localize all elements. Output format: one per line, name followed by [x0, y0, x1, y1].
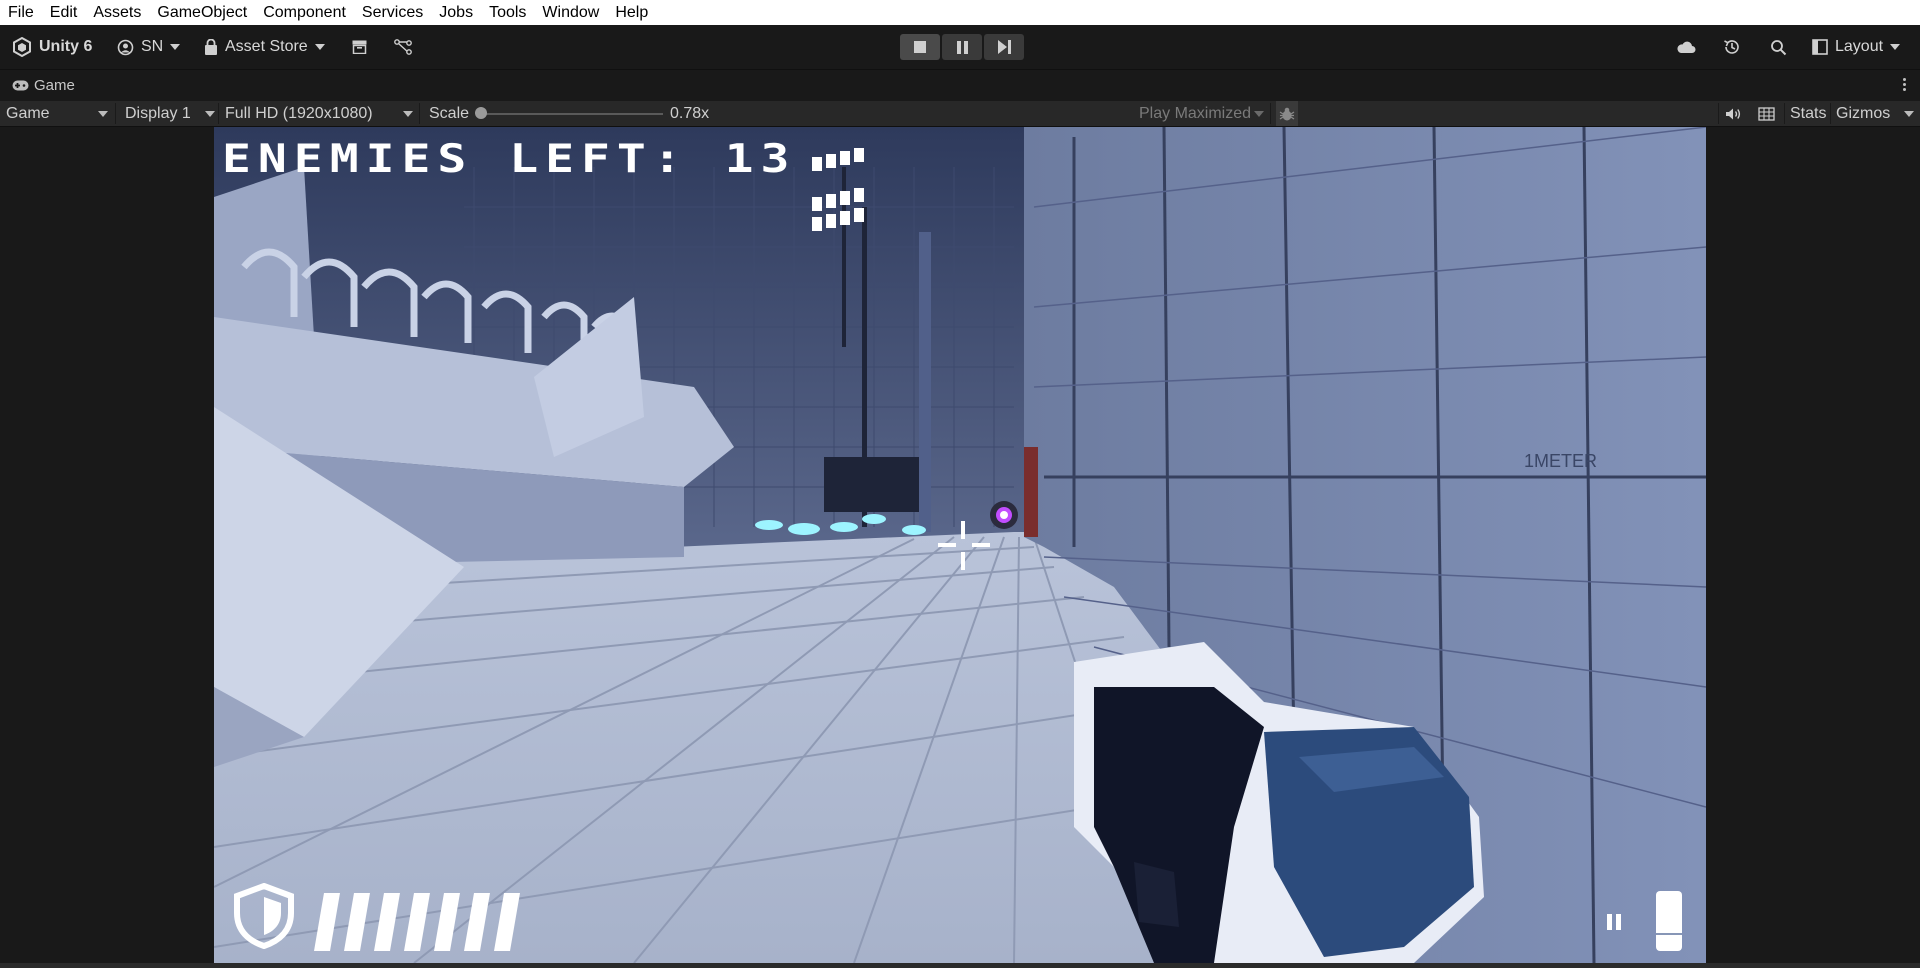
- layout-icon: [1812, 39, 1828, 55]
- window-bottom-edge: [0, 963, 1920, 968]
- play-maximized-label: Play Maximized: [1139, 104, 1252, 122]
- unity-product[interactable]: Unity 6: [12, 25, 92, 69]
- scale-value: 0.78x: [670, 104, 710, 122]
- audio-toggle[interactable]: [1725, 101, 1742, 126]
- chevron-down-icon: [1254, 111, 1264, 117]
- display-dropdown[interactable]: Display 1: [125, 101, 215, 126]
- pause-button[interactable]: [942, 34, 982, 60]
- product-name: Unity 6: [39, 38, 93, 55]
- armor-bar: [464, 893, 490, 951]
- game-viewport[interactable]: 1METER: [214, 127, 1706, 963]
- chevron-down-icon: [403, 111, 413, 117]
- menu-component[interactable]: Component: [255, 0, 354, 25]
- gizmos-label: Gizmos: [1836, 104, 1891, 122]
- tab-game-label: Game: [34, 77, 75, 94]
- stop-icon: [914, 41, 926, 53]
- version-control-button[interactable]: [394, 25, 412, 69]
- menu-assets[interactable]: Assets: [85, 0, 149, 25]
- layout-label: Layout: [1835, 38, 1884, 55]
- pause-icon: [956, 40, 968, 54]
- stats-button[interactable]: Stats: [1790, 101, 1826, 126]
- cloud-button[interactable]: [1676, 25, 1696, 69]
- package-icon: [352, 40, 367, 54]
- game-scene: 1METER: [214, 127, 1706, 963]
- divider: [218, 103, 219, 124]
- resolution-label: Full HD (1920x1080): [225, 104, 373, 122]
- shield-icon: [234, 883, 294, 949]
- menu-services[interactable]: Services: [354, 0, 431, 25]
- scale-slider-handle[interactable]: [475, 107, 487, 119]
- account-dropdown[interactable]: SN: [117, 25, 181, 69]
- main-toolbar: Unity 6 SN Asset Store Layout: [0, 25, 1920, 69]
- layout-dropdown[interactable]: Layout: [1812, 25, 1901, 69]
- menu-jobs[interactable]: Jobs: [431, 0, 481, 25]
- menu-bar: File Edit Assets GameObject Component Se…: [0, 0, 1920, 25]
- chevron-down-icon: [1904, 111, 1914, 117]
- armor-bar: [434, 893, 460, 951]
- menu-file[interactable]: File: [0, 0, 42, 25]
- chevron-down-icon: [314, 44, 325, 50]
- scale-label: Scale: [429, 104, 470, 122]
- armor-bar: [404, 893, 430, 951]
- history-button[interactable]: [1723, 25, 1741, 69]
- asset-store-label: Asset Store: [225, 38, 308, 55]
- divider: [1270, 103, 1271, 124]
- account-icon: [117, 39, 134, 55]
- mode-label: Game: [6, 104, 50, 122]
- search-icon: [1771, 39, 1787, 55]
- chevron-down-icon: [170, 44, 181, 50]
- account-label: SN: [141, 38, 164, 55]
- chevron-down-icon: [1890, 44, 1901, 50]
- tab-game[interactable]: Game: [12, 77, 75, 94]
- chevron-down-icon: [205, 111, 215, 117]
- menu-gameobject[interactable]: GameObject: [149, 0, 255, 25]
- resolution-dropdown[interactable]: Full HD (1920x1080): [225, 101, 415, 126]
- armor-bar: [344, 893, 370, 951]
- divider: [1718, 103, 1719, 124]
- enemies-left-counter: ENEMIES LEFT: 13: [222, 136, 797, 182]
- armor-bar: [494, 893, 520, 951]
- menu-edit[interactable]: Edit: [42, 0, 86, 25]
- bug-toggle[interactable]: [1276, 101, 1298, 126]
- audio-icon: [1726, 108, 1741, 119]
- gizmos-dropdown[interactable]: Gizmos: [1836, 101, 1916, 126]
- asset-store-icon: [205, 38, 217, 55]
- play-maximized-dropdown[interactable]: Play Maximized: [1139, 101, 1264, 126]
- mode-dropdown[interactable]: Game: [6, 101, 110, 126]
- bug-icon: [1279, 107, 1295, 120]
- divider: [1784, 103, 1785, 124]
- divider: [419, 103, 420, 124]
- more-options-icon[interactable]: [1903, 78, 1906, 91]
- armor-bar: [314, 893, 340, 951]
- armor-bar-meter: [314, 893, 520, 951]
- ammo-icon: [1656, 891, 1682, 951]
- game-tab-bar: Game: [0, 69, 1920, 102]
- asset-store-dropdown[interactable]: Asset Store: [204, 25, 325, 69]
- stop-button[interactable]: [900, 34, 940, 60]
- chevron-down-icon: [98, 111, 108, 117]
- cloud-icon: [1677, 41, 1696, 53]
- version-control-icon: [394, 39, 412, 55]
- step-icon: [997, 40, 1011, 54]
- step-button[interactable]: [984, 34, 1024, 60]
- scale-slider-track[interactable]: [480, 113, 663, 115]
- divider: [1830, 103, 1831, 124]
- grid-icon: [1758, 106, 1775, 121]
- gamepad-icon: [12, 80, 29, 91]
- history-icon: [1724, 40, 1739, 54]
- armor-bar: [374, 893, 400, 951]
- play-controls: [900, 34, 1024, 60]
- svg-text:1METER: 1METER: [1524, 451, 1597, 471]
- pause-hud-icon: [1607, 914, 1621, 930]
- search-button[interactable]: [1770, 25, 1787, 69]
- game-view-controls: Game Display 1 Full HD (1920x1080) Scale…: [0, 101, 1920, 127]
- grid-toggle[interactable]: [1758, 101, 1775, 126]
- menu-tools[interactable]: Tools: [481, 0, 534, 25]
- display-label: Display 1: [125, 104, 191, 122]
- package-button[interactable]: [352, 25, 367, 69]
- menu-window[interactable]: Window: [534, 0, 607, 25]
- menu-help[interactable]: Help: [607, 0, 656, 25]
- divider: [115, 103, 116, 124]
- unity-logo-icon: [13, 37, 31, 57]
